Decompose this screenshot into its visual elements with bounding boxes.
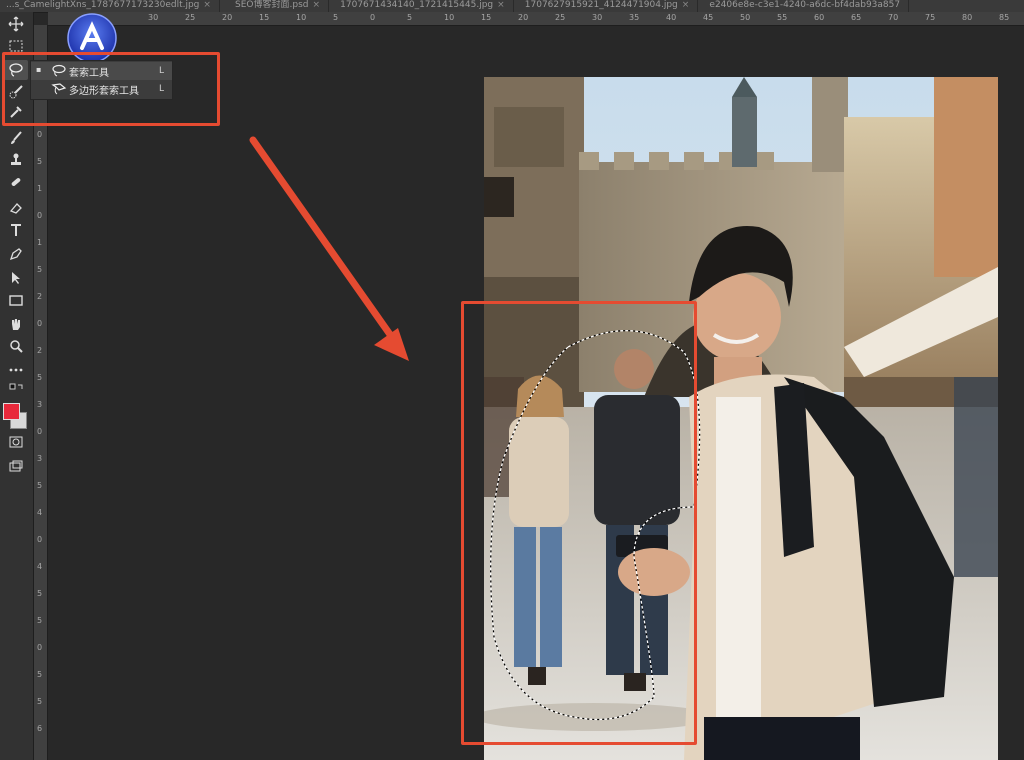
ruler-tick-label: 0 bbox=[37, 427, 43, 436]
ruler-tick-label: 4 bbox=[37, 508, 43, 517]
ruler-tick-label: 5 bbox=[37, 589, 43, 598]
tab-close-icon[interactable]: × bbox=[682, 0, 690, 10]
ruler-tick-label: 85 bbox=[999, 13, 1010, 22]
ruler-tick-label: 55 bbox=[777, 13, 788, 22]
ruler-tick-label: 10 bbox=[444, 13, 455, 22]
document-tab[interactable]: ...s_CamelightXns_1787677173230edlt.jpg × bbox=[0, 0, 220, 12]
ruler-tick-label: 15 bbox=[481, 13, 492, 22]
foreground-color-swatch[interactable] bbox=[3, 403, 20, 420]
ruler-tick-label: 5 bbox=[333, 13, 339, 22]
ruler-tick-label: 40 bbox=[666, 13, 677, 22]
ruler-tick-label: 5 bbox=[407, 13, 413, 22]
document-tab[interactable]: e2406e8e-c3e1-4240-a6dc-bf4dab93a857 bbox=[703, 0, 910, 12]
ruler-tick-label: 0 bbox=[37, 319, 43, 328]
tab-close-icon[interactable]: × bbox=[203, 0, 211, 10]
document-tab[interactable]: 1707671434140_1721415445.jpg × bbox=[334, 0, 514, 12]
ruler-tick-label: 15 bbox=[259, 13, 270, 22]
ruler-tick-label: 5 bbox=[37, 157, 43, 166]
document-tab[interactable]: 1707627915921_4124471904.jpg × bbox=[519, 0, 699, 12]
ruler-tick-label: 30 bbox=[148, 13, 159, 22]
ruler-tick-label: 35 bbox=[629, 13, 640, 22]
ruler-tick-label: 5 bbox=[37, 373, 43, 382]
ruler-tick-label: 5 bbox=[37, 697, 43, 706]
ruler-tick-label: 75 bbox=[925, 13, 936, 22]
ruler-tick-label: 6 bbox=[37, 724, 43, 733]
vertical-ruler[interactable]: 05101520253035404550556 bbox=[34, 25, 48, 760]
tab-close-icon[interactable]: × bbox=[313, 0, 321, 10]
horizontal-ruler[interactable]: 30 25 20 15 10 5 0 5 10 15 20 25 30 35 40 45 50 55 60 65 70 7… bbox=[48, 12, 1024, 26]
ruler-tick-label: 60 bbox=[814, 13, 825, 22]
ruler-tick-label: 2 bbox=[37, 346, 43, 355]
ruler-tick-label: 30 bbox=[592, 13, 603, 22]
ruler-tick-label: 10 bbox=[296, 13, 307, 22]
zoom-icon[interactable] bbox=[4, 336, 28, 356]
ruler-tick-label: 5 bbox=[37, 481, 43, 490]
hand-icon[interactable] bbox=[4, 314, 28, 334]
tool-highlight-box bbox=[2, 52, 220, 126]
rectangle-icon[interactable] bbox=[4, 290, 28, 310]
move-icon[interactable] bbox=[4, 14, 28, 34]
ruler-tick-label: 0 bbox=[37, 211, 43, 220]
ruler-tick-label: 65 bbox=[851, 13, 862, 22]
brush-icon[interactable] bbox=[4, 128, 28, 148]
ruler-tick-label: 3 bbox=[37, 400, 43, 409]
ruler-tick-label: 5 bbox=[37, 670, 43, 679]
stamp-icon[interactable] bbox=[4, 150, 28, 170]
ruler-tick-label: 80 bbox=[962, 13, 973, 22]
ruler-tick-label: 2 bbox=[37, 292, 43, 301]
ruler-tick-label: 25 bbox=[555, 13, 566, 22]
ruler-tick-label: 4 bbox=[37, 562, 43, 571]
ruler-tick-label: 3 bbox=[37, 454, 43, 463]
path-select-icon[interactable] bbox=[4, 268, 28, 288]
ruler-tick-label: 25 bbox=[185, 13, 196, 22]
pen-icon[interactable] bbox=[4, 244, 28, 264]
text-icon[interactable] bbox=[4, 220, 28, 240]
tab-close-icon[interactable]: × bbox=[497, 0, 505, 10]
ruler-tick-label: 50 bbox=[740, 13, 751, 22]
ruler-tick-label: 5 bbox=[37, 265, 43, 274]
screen-mode-icon[interactable] bbox=[4, 456, 28, 476]
ruler-tick-label: 20 bbox=[222, 13, 233, 22]
ruler-tick-label: 5 bbox=[37, 616, 43, 625]
ruler-tick-label: 1 bbox=[37, 184, 43, 193]
selection-highlight-box bbox=[461, 301, 697, 745]
ruler-tick-label: 0 bbox=[37, 130, 43, 139]
eraser-icon[interactable] bbox=[4, 198, 28, 218]
more-icon[interactable] bbox=[4, 360, 28, 380]
ruler-tick-label: 1 bbox=[37, 238, 43, 247]
ruler-tick-label: 20 bbox=[518, 13, 529, 22]
default-colors-icon[interactable] bbox=[4, 382, 28, 396]
ruler-tick-label: 0 bbox=[370, 13, 376, 22]
ruler-tick-label: 0 bbox=[37, 535, 43, 544]
ruler-tick-label: 70 bbox=[888, 13, 899, 22]
ruler-tick-label: 45 bbox=[703, 13, 714, 22]
ruler-tick-label: 0 bbox=[37, 643, 43, 652]
document-tab[interactable]: SEO博客封面.psd × bbox=[229, 0, 330, 12]
healing-icon[interactable] bbox=[4, 172, 28, 192]
quick-mask-icon[interactable] bbox=[4, 432, 28, 452]
